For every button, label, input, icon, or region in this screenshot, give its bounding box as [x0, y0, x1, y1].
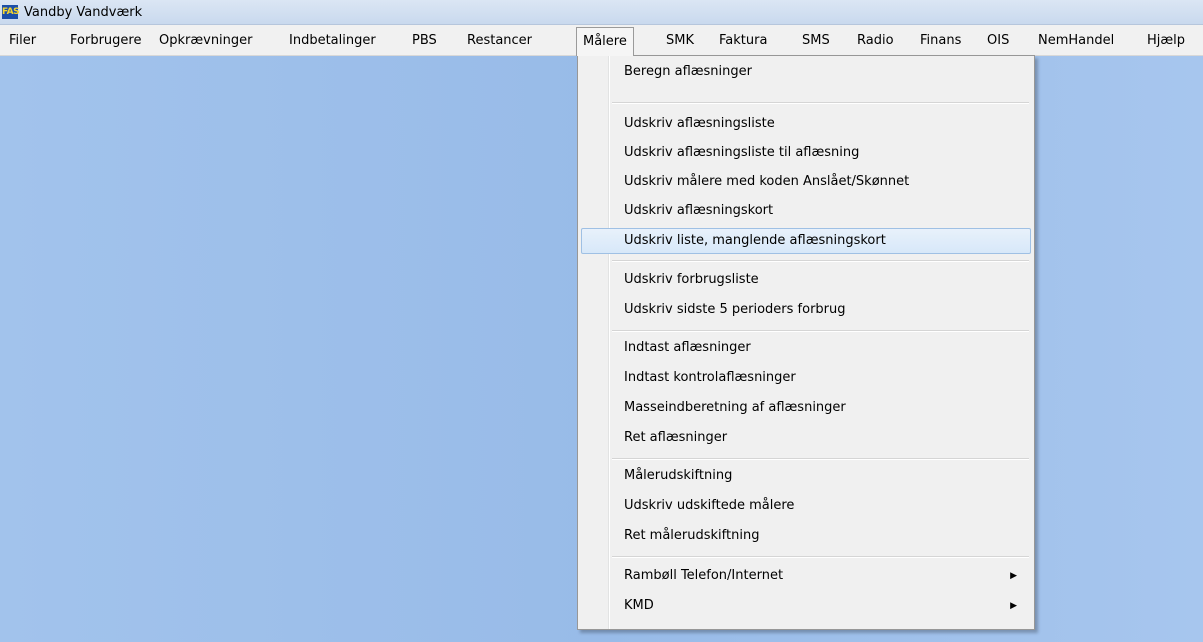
menuitem-label: KMD	[624, 598, 654, 613]
menuitem-indtast-kontrolaflaesninger[interactable]: Indtast kontrolaflæsninger	[581, 365, 1029, 391]
menu-maalere[interactable]: Målere	[576, 27, 634, 56]
menu-separator	[612, 102, 1029, 104]
menuitem-udskriv-udskiftede-maalere[interactable]: Udskriv udskiftede målere	[581, 493, 1029, 519]
menuitem-label: Udskriv liste, manglende aflæsningskort	[624, 233, 886, 248]
menuitem-label: Rambøll Telefon/Internet	[624, 568, 784, 583]
menu-separator	[612, 556, 1029, 558]
menuitem-label: Udskriv aflæsningsliste	[624, 116, 775, 131]
window-title: Vandby Vandværk	[24, 4, 143, 20]
menuitem-label: Masseindberetning af aflæsninger	[624, 400, 846, 415]
menu-indbetalinger[interactable]: Indbetalinger	[289, 31, 376, 51]
menu-separator	[612, 330, 1029, 332]
menu-filer[interactable]: Filer	[9, 31, 36, 51]
menu-separator	[612, 260, 1029, 262]
menuitem-ret-maalerudskiftning[interactable]: Ret målerudskiftning	[581, 523, 1029, 549]
menuitem-label: Udskriv målere med koden Anslået/Skønnet	[624, 174, 910, 189]
menuitem-udskriv-manglende-aflaesningskort[interactable]: Udskriv liste, manglende aflæsningskort	[581, 228, 1031, 254]
menuitem-label: Udskriv forbrugsliste	[624, 272, 759, 287]
menu-smk[interactable]: SMK	[666, 31, 694, 51]
submenu-arrow-icon: ▶	[1010, 601, 1017, 611]
menuitem-udskriv-aflaesningskort[interactable]: Udskriv aflæsningskort	[581, 198, 1029, 224]
menuitem-label: Ret målerudskiftning	[624, 528, 760, 543]
menu-pbs[interactable]: PBS	[412, 31, 437, 51]
menu-bar: Filer Forbrugere Opkrævninger Indbetalin…	[0, 25, 1203, 56]
menu-radio[interactable]: Radio	[857, 31, 894, 51]
menu-sms[interactable]: SMS	[802, 31, 830, 51]
menuitem-beregn-aflaesninger[interactable]: Beregn aflæsninger	[581, 59, 1029, 85]
menu-nemhandel[interactable]: NemHandel	[1038, 31, 1114, 51]
menuitem-label: Udskriv aflæsningsliste til aflæsning	[624, 145, 860, 160]
menuitem-udskriv-sidste-5-perioder[interactable]: Udskriv sidste 5 perioders forbrug	[581, 297, 1029, 323]
menuitem-udskriv-maalere-anslaaet[interactable]: Udskriv målere med koden Anslået/Skønnet	[581, 169, 1029, 195]
menuitem-label: Udskriv aflæsningskort	[624, 203, 774, 218]
submenu-arrow-icon: ▶	[1010, 571, 1017, 581]
menuitem-udskriv-forbrugsliste[interactable]: Udskriv forbrugsliste	[581, 267, 1029, 293]
menuitem-label: Udskriv udskiftede målere	[624, 498, 795, 513]
menuitem-label: Beregn aflæsninger	[624, 64, 752, 79]
maalere-dropdown-menu: Beregn aflæsninger Udskriv aflæsningslis…	[577, 55, 1035, 630]
menu-finans[interactable]: Finans	[920, 31, 961, 51]
menuitem-label: Ret aflæsninger	[624, 430, 728, 445]
menuitem-ret-aflaesninger[interactable]: Ret aflæsninger	[581, 425, 1029, 451]
menuitem-label: Indtast kontrolaflæsninger	[624, 370, 796, 385]
menuitem-masseindberetning[interactable]: Masseindberetning af aflæsninger	[581, 395, 1029, 421]
menu-forbrugere[interactable]: Forbrugere	[70, 31, 141, 51]
menuitem-label: Udskriv sidste 5 perioders forbrug	[624, 302, 846, 317]
menu-ois[interactable]: OIS	[987, 31, 1009, 51]
menu-restancer[interactable]: Restancer	[467, 31, 532, 51]
menuitem-ramboll-telefon-internet[interactable]: Rambøll Telefon/Internet ▶	[581, 563, 1029, 589]
menu-opkraevninger[interactable]: Opkrævninger	[159, 31, 253, 51]
app-icon: FAS	[2, 5, 20, 19]
menuitem-kmd[interactable]: KMD ▶	[581, 593, 1029, 619]
menuitem-indtast-aflaesninger[interactable]: Indtast aflæsninger	[581, 335, 1029, 361]
title-bar: FAS Vandby Vandværk	[0, 0, 1203, 25]
menu-separator	[612, 458, 1029, 460]
menuitem-udskriv-aflaesningsliste-til-aflaesning[interactable]: Udskriv aflæsningsliste til aflæsning	[581, 140, 1029, 166]
menuitem-maalerudskiftning[interactable]: Målerudskiftning	[581, 463, 1029, 489]
menuitem-label: Målerudskiftning	[624, 468, 733, 483]
menuitem-label: Indtast aflæsninger	[624, 340, 751, 355]
menuitem-udskriv-aflaesningsliste[interactable]: Udskriv aflæsningsliste	[581, 111, 1029, 137]
menu-hjaelp[interactable]: Hjælp	[1147, 31, 1185, 51]
menu-faktura[interactable]: Faktura	[719, 31, 767, 51]
